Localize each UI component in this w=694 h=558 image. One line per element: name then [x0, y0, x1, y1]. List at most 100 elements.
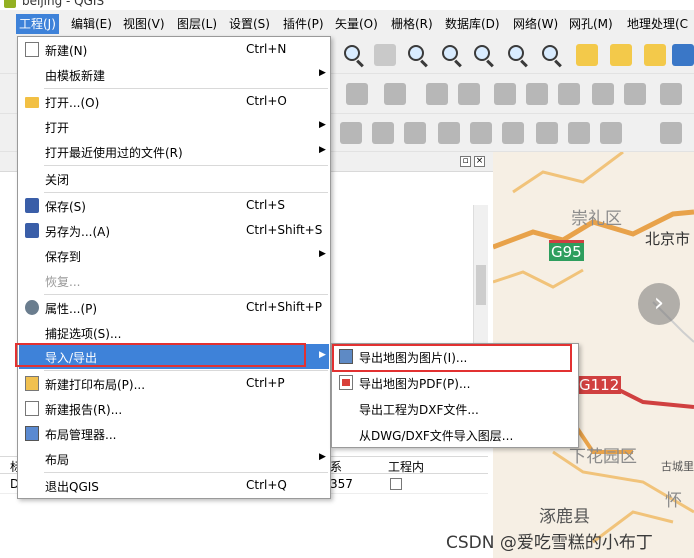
redo-icon[interactable] [624, 83, 646, 105]
menu-settings[interactable]: 设置(S) [226, 14, 273, 34]
window-title: beijing - QGIS [22, 0, 105, 8]
new-3d-map-view-icon[interactable] [610, 44, 632, 66]
next-image-icon[interactable]: › [638, 283, 680, 325]
close-dock-icon[interactable]: × [474, 156, 485, 167]
submenu-arrow-icon: ▶ [319, 120, 326, 130]
edit-pencil-icon[interactable] [426, 83, 448, 105]
zoom-selection-icon[interactable] [442, 45, 458, 61]
menu-item-properties[interactable]: 属性...(P) Ctrl+Shift+P [19, 295, 329, 320]
menu-project[interactable]: 工程(J) [16, 14, 59, 34]
map-label-beijing: 北京市 [645, 230, 691, 248]
menu-item-save-as[interactable]: 另存为...(A) Ctrl+Shift+S [19, 218, 329, 243]
menu-web[interactable]: 网络(W) [510, 14, 561, 34]
menu-item-close[interactable]: 关闭 [19, 166, 329, 191]
shape-tool-icon[interactable] [340, 122, 362, 144]
menu-item-save-to[interactable]: 保存到 ▶ [19, 243, 329, 268]
menu-item-new[interactable]: 新建(N) Ctrl+N [19, 37, 329, 62]
menu-vector[interactable]: 矢量(O) [332, 14, 381, 34]
menu-item-shortcut: Ctrl+Q [246, 478, 287, 492]
zoom-out-icon[interactable] [344, 45, 360, 61]
add-feature-icon[interactable] [384, 83, 406, 105]
menu-item-shortcut: Ctrl+Shift+S [246, 223, 323, 237]
menu-item-open-recent[interactable]: 打开最近使用过的文件(R) ▶ [19, 139, 329, 164]
highlight-box-export-image [332, 344, 572, 372]
merge-icon[interactable] [502, 122, 524, 144]
edit-vertex-icon[interactable] [346, 83, 368, 105]
menu-item-snapping-options[interactable]: 捕捉选项(S)... [19, 320, 329, 345]
menu-item-label: 保存(S) [45, 200, 86, 214]
submenu-arrow-icon: ▶ [319, 68, 326, 78]
menu-item-shortcut: Ctrl+O [246, 94, 287, 108]
menu-item-label: 退出QGIS [45, 480, 99, 494]
submenu-arrow-icon: ▶ [319, 452, 326, 462]
menu-item-open[interactable]: 打开...(O) Ctrl+O [19, 89, 329, 114]
cut-icon[interactable] [494, 83, 516, 105]
menu-item-new-report[interactable]: 新建报告(R)... [19, 396, 329, 421]
simplify-icon[interactable] [438, 122, 460, 144]
menu-layer[interactable]: 图层(L) [174, 14, 220, 34]
menu-item-new-from-template[interactable]: 由模板新建 ▶ [19, 62, 329, 87]
qgis-logo-icon [4, 0, 16, 8]
menu-item-shortcut: Ctrl+N [246, 42, 287, 56]
split-icon[interactable] [470, 122, 492, 144]
zoom-next-icon[interactable] [542, 45, 558, 61]
menu-mesh[interactable]: 网孔(M) [566, 14, 616, 34]
title-bar: beijing - QGIS [0, 0, 694, 10]
new-map-view-icon[interactable] [576, 44, 598, 66]
menu-item-layouts[interactable]: 布局 ▶ [19, 446, 329, 471]
menu-edit[interactable]: 编辑(E) [68, 14, 115, 34]
menu-item-label: 布局 [45, 453, 70, 467]
save-icon [25, 198, 39, 213]
delete-icon[interactable] [458, 83, 480, 105]
zoom-last-icon[interactable] [508, 45, 524, 61]
submenu-arrow-icon: ▶ [319, 350, 326, 360]
copy-icon[interactable] [526, 83, 548, 105]
menu-item-open-from[interactable]: 打开 ▶ [19, 114, 329, 139]
menu-item-label: 属性...(P) [45, 302, 98, 316]
temporal-controller-icon[interactable] [644, 44, 666, 66]
histogram-icon[interactable] [660, 122, 682, 144]
menu-view[interactable]: 视图(V) [120, 14, 168, 34]
menu-item-label: 打开最近使用过的文件(R) [45, 146, 183, 160]
menu-item-layout-manager[interactable]: 布局管理器... [19, 421, 329, 446]
menu-item-label: 保存到 [45, 250, 82, 264]
menu-item-import-dwg-dxf[interactable]: 从DWG/DXF文件导入图层... [333, 422, 577, 447]
refresh-icon[interactable] [672, 44, 694, 66]
paste-icon[interactable] [558, 83, 580, 105]
reshape-icon[interactable] [536, 122, 558, 144]
undo-icon[interactable] [592, 83, 614, 105]
in-project-checkbox[interactable] [390, 478, 402, 490]
highlight-box-import-export [15, 343, 306, 367]
pan-to-selection-icon[interactable] [374, 44, 396, 66]
map-label-guchengli: 古城里 [661, 460, 694, 473]
menu-plugins[interactable]: 插件(P) [280, 14, 327, 34]
submenu-arrow-icon: ▶ [319, 249, 326, 259]
menu-item-label: 布局管理器... [45, 428, 117, 442]
vertex-tool-icon[interactable] [404, 122, 426, 144]
menu-item-save[interactable]: 保存(S) Ctrl+S [19, 193, 329, 218]
menu-item-new-print-layout[interactable]: 新建打印布局(P)... Ctrl+P [19, 371, 329, 396]
menu-item-shortcut: Ctrl+S [246, 198, 286, 212]
zoom-native-icon[interactable] [474, 45, 490, 61]
menu-raster[interactable]: 栅格(R) [388, 14, 436, 34]
export-pdf-icon [339, 375, 353, 390]
rotate-label-icon[interactable] [600, 122, 622, 144]
rotate-tool-icon[interactable] [372, 122, 394, 144]
zoom-full-icon[interactable] [408, 45, 424, 61]
menu-item-label: 打开 [45, 121, 70, 135]
menu-item-export-map-pdf[interactable]: 导出地图为PDF(P)... [333, 370, 577, 395]
scrollbar-thumb[interactable] [476, 265, 486, 305]
menu-item-label: 打开...(O) [45, 96, 100, 110]
menu-database[interactable]: 数据库(D) [442, 14, 503, 34]
menu-item-label: 新建打印布局(P)... [45, 378, 146, 392]
menu-item-shortcut: Ctrl+Shift+P [246, 300, 322, 314]
label-icon[interactable] [660, 83, 682, 105]
menu-processing[interactable]: 地理处理(C [624, 14, 691, 34]
project-menu: 新建(N) Ctrl+N 由模板新建 ▶ 打开...(O) Ctrl+O 打开 … [17, 36, 331, 499]
map-label-huai: 怀 [665, 491, 682, 511]
menu-item-exit-qgis[interactable]: 退出QGIS Ctrl+Q [19, 473, 329, 498]
float-dock-icon[interactable]: ▫ [460, 156, 471, 167]
menu-item-export-dxf[interactable]: 导出工程为DXF文件... [333, 396, 577, 421]
offset-icon[interactable] [568, 122, 590, 144]
save-as-icon [25, 223, 39, 238]
